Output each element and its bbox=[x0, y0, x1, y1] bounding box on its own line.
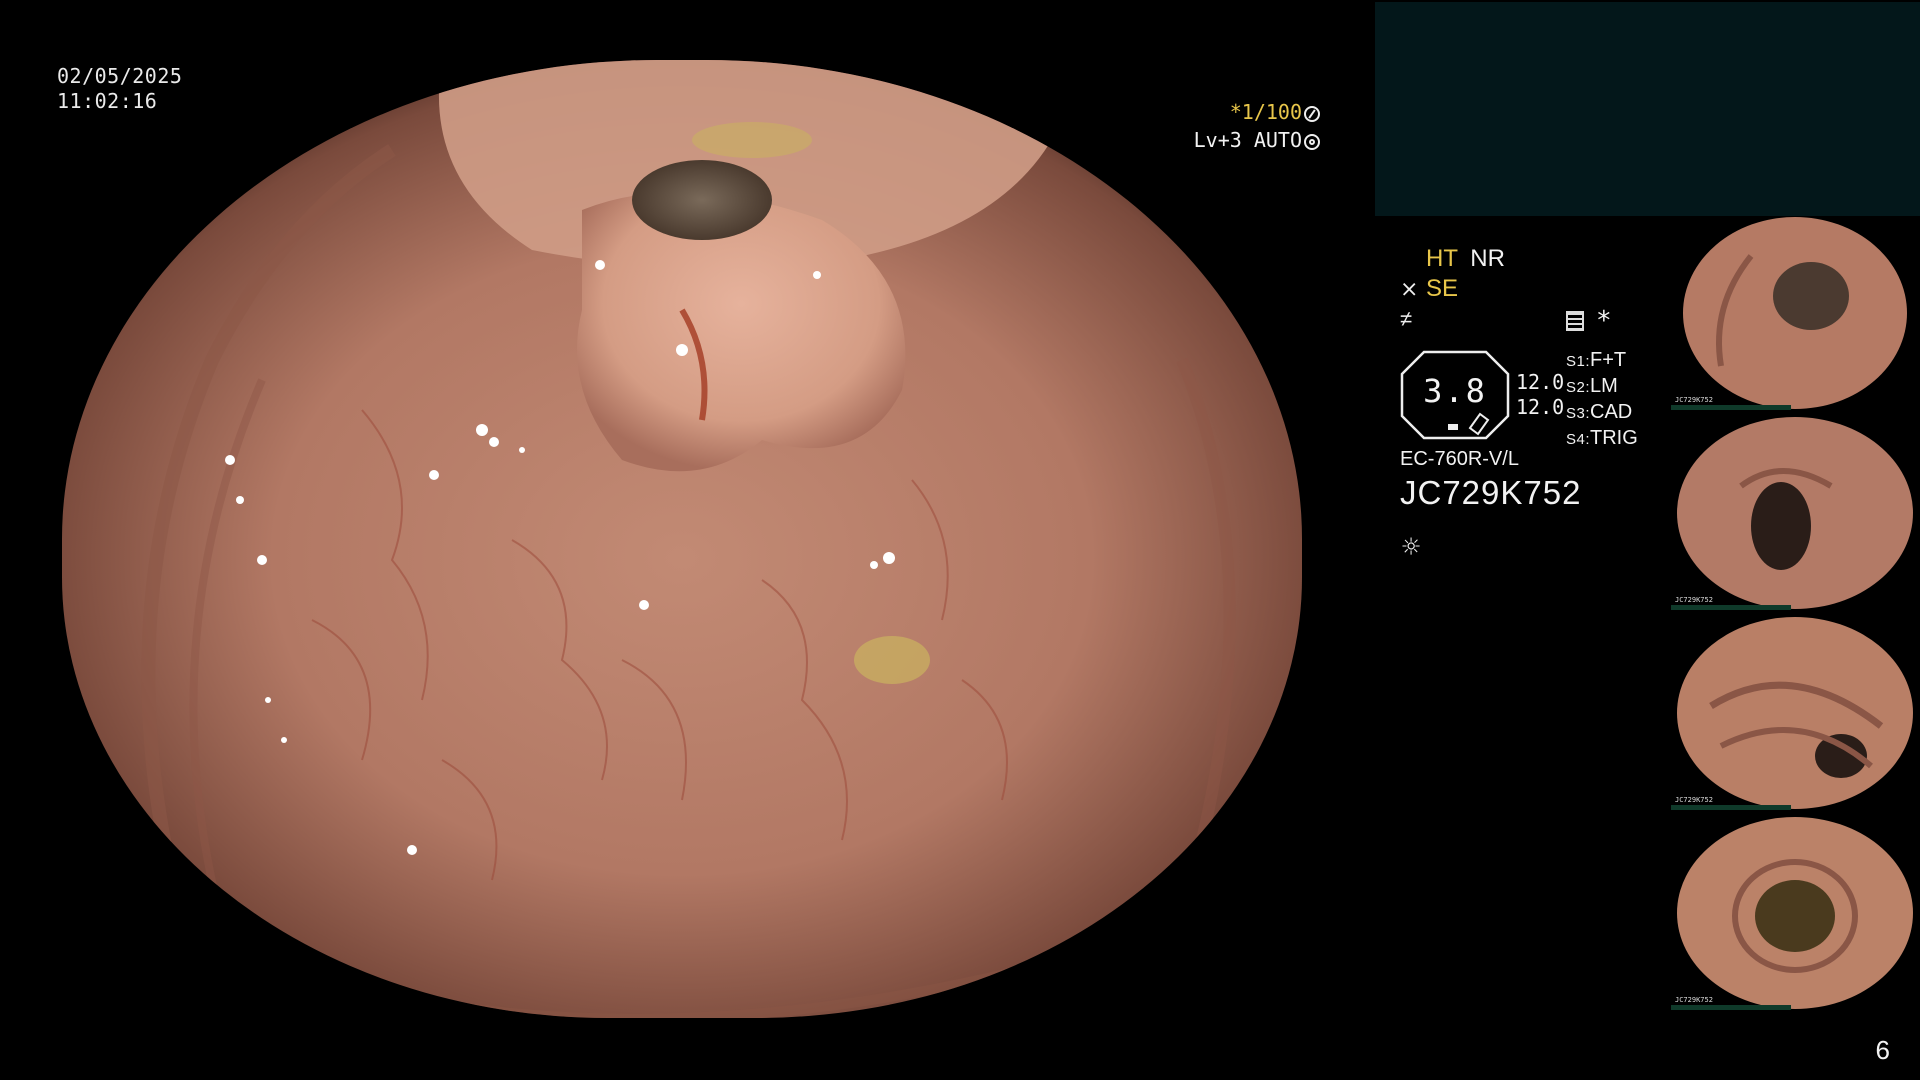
endoscope-live-view bbox=[62, 60, 1302, 1018]
scope-numbers: 12.0 12.0 bbox=[1516, 370, 1564, 420]
page-number: 6 bbox=[1875, 1035, 1890, 1065]
datetime-overlay: 02/05/2025 11:02:16 bbox=[57, 64, 182, 114]
level-text: Lv+3 AUTO bbox=[1193, 128, 1302, 152]
auto-iris-icon bbox=[1304, 134, 1320, 150]
endoscopy-screen: 02/05/2025 11:02:16 *1/100 Lv+3 AUTO HT … bbox=[0, 0, 1920, 1080]
info-panel-top bbox=[1375, 2, 1920, 216]
scope-indicator: 3.8 bbox=[1400, 350, 1510, 440]
scope-num-2: 12.0 bbox=[1516, 395, 1565, 419]
thumbnail-bar bbox=[1671, 605, 1791, 610]
scope-num-1: 12.0 bbox=[1516, 370, 1565, 394]
pen-icon: ⨯ bbox=[1400, 276, 1419, 301]
switch-row: S4:TRIG bbox=[1566, 427, 1638, 449]
scope-value: 3.8 bbox=[1423, 372, 1487, 410]
thumbnail-4[interactable]: JC729K752 bbox=[1671, 816, 1920, 1010]
shutter-icon bbox=[1304, 106, 1320, 122]
record-indicators: * bbox=[1566, 306, 1612, 336]
light-source-icon: ☼ bbox=[1402, 530, 1421, 565]
thumbnail-2[interactable]: JC729K752 bbox=[1671, 416, 1920, 610]
thumbnail-caption: JC729K752 bbox=[1675, 796, 1713, 804]
thumbnail-caption: JC729K752 bbox=[1675, 596, 1713, 604]
ht-setting: HT bbox=[1426, 245, 1458, 272]
scribble-icon: ≠ bbox=[1400, 306, 1413, 331]
switch-row: S1:F+T bbox=[1566, 349, 1627, 371]
thumbnail-caption: JC729K752 bbox=[1675, 396, 1713, 404]
thumbnail-3[interactable]: JC729K752 bbox=[1671, 616, 1920, 810]
nr-setting: NR bbox=[1470, 245, 1505, 272]
thumbnail-bar bbox=[1671, 1005, 1791, 1010]
view-status: *1/100 Lv+3 AUTO bbox=[1194, 98, 1320, 154]
thumbnail-1[interactable]: JC729K752 bbox=[1671, 216, 1920, 410]
zoom-text: *1/100 bbox=[1229, 100, 1302, 124]
capture-thumbnails: JC729K752 JC729K752 JC729K752 JC729K752 bbox=[1671, 216, 1920, 1016]
thumbnail-caption: JC729K752 bbox=[1675, 996, 1713, 1004]
image-settings: HT NR ⨯ SE ≠ bbox=[1400, 244, 1505, 334]
time-text: 11:02:16 bbox=[57, 89, 158, 113]
thumbnail-bar bbox=[1671, 405, 1791, 410]
se-setting: SE bbox=[1426, 275, 1459, 302]
scope-model: EC-760R-V/L bbox=[1400, 448, 1519, 470]
thumbnail-bar bbox=[1671, 805, 1791, 810]
date-text: 02/05/2025 bbox=[57, 64, 183, 88]
switch-assignments: S1:F+T S2:LM S3:CAD S4:TRIG bbox=[1566, 348, 1638, 452]
switch-row: S3:CAD bbox=[1566, 401, 1633, 423]
record-star: * bbox=[1596, 306, 1612, 336]
switch-row: S2:LM bbox=[1566, 375, 1618, 397]
recording-icon bbox=[1566, 311, 1584, 331]
scope-serial: JC729K752 bbox=[1400, 474, 1582, 511]
